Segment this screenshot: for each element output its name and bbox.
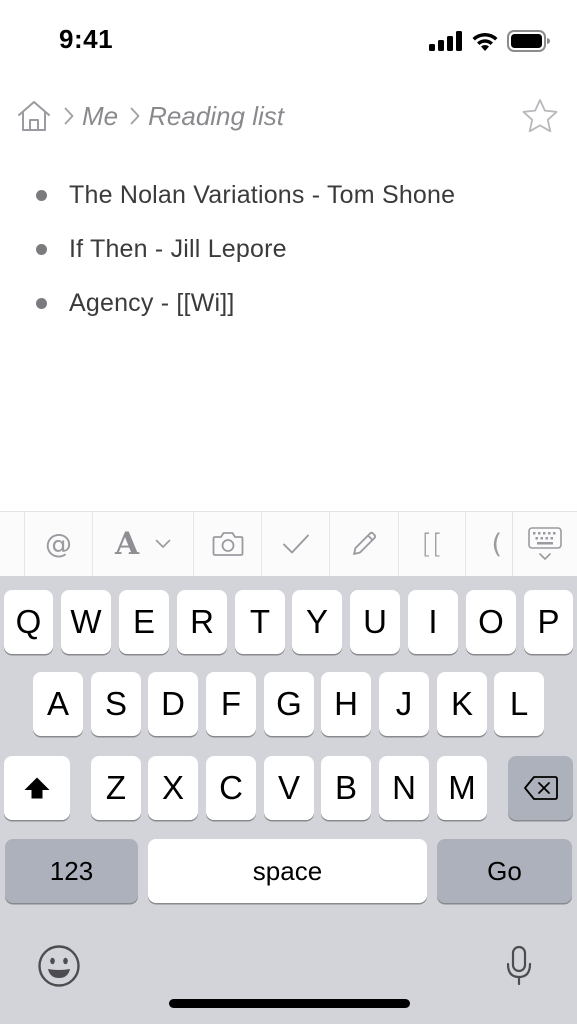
link-brackets-text: [[ (421, 528, 443, 560)
status-bar: 9:41 (0, 0, 577, 80)
key-o[interactable]: O (466, 590, 516, 654)
text-format-button[interactable]: A (93, 512, 194, 576)
key-b[interactable]: B (321, 756, 371, 820)
camera-button[interactable] (194, 512, 262, 576)
dictation-button[interactable] (499, 942, 539, 990)
key-r[interactable]: R (177, 590, 227, 654)
key-s[interactable]: S (91, 672, 141, 736)
emoji-button[interactable] (35, 942, 83, 990)
delete-icon (523, 775, 559, 801)
list-item[interactable]: If Then - Jill Lepore (36, 222, 556, 276)
key-m[interactable]: M (437, 756, 487, 820)
key-v[interactable]: V (264, 756, 314, 820)
key-d[interactable]: D (148, 672, 198, 736)
key-u[interactable]: U (350, 590, 400, 654)
key-n[interactable]: N (379, 756, 429, 820)
parenthesis-button[interactable]: ( (466, 512, 506, 576)
toolbar-spacer (0, 512, 25, 576)
draw-button[interactable] (330, 512, 399, 576)
chevron-right-icon (64, 107, 74, 125)
star-icon (521, 98, 559, 134)
key-j[interactable]: J (379, 672, 429, 736)
camera-icon (212, 531, 244, 557)
space-key[interactable]: space (148, 839, 427, 903)
list-item-text[interactable]: The Nolan Variations - Tom Shone (69, 181, 455, 210)
mention-button[interactable]: @ (25, 512, 93, 576)
key-z[interactable]: Z (91, 756, 141, 820)
key-y[interactable]: Y (292, 590, 342, 654)
emoji-icon (37, 944, 81, 988)
home-icon[interactable] (16, 99, 52, 133)
list-item-text[interactable]: If Then - Jill Lepore (69, 235, 287, 264)
key-e[interactable]: E (119, 590, 169, 654)
battery-icon (507, 30, 551, 57)
shift-key[interactable] (4, 756, 70, 820)
breadcrumb: Me Reading list (16, 96, 284, 136)
keyboard: Q W E R T Y U I O P A S D F G H J K L Z … (0, 576, 577, 1024)
key-x[interactable]: X (148, 756, 198, 820)
key-k[interactable]: K (437, 672, 487, 736)
numbers-key[interactable]: 123 (5, 839, 138, 903)
key-w[interactable]: W (61, 590, 111, 654)
keyboard-dismiss-button[interactable] (512, 512, 577, 576)
bullet-icon (36, 189, 47, 201)
keyboard-dismiss-icon (527, 526, 563, 562)
key-l[interactable]: L (494, 672, 544, 736)
chevron-down-icon (155, 539, 171, 549)
status-icons (429, 30, 551, 57)
key-i[interactable]: I (408, 590, 458, 654)
breadcrumb-item-me[interactable]: Me (82, 101, 118, 132)
parenthesis-text: ( (491, 528, 502, 560)
list-item-text[interactable]: Agency - [[Wi]] (69, 289, 235, 318)
bullet-list: The Nolan Variations - Tom Shone If Then… (36, 168, 556, 330)
status-time: 9:41 (59, 24, 114, 54)
list-item[interactable]: The Nolan Variations - Tom Shone (36, 168, 556, 222)
go-key[interactable]: Go (437, 839, 572, 903)
editing-toolbar: @ A [[ ( (0, 511, 577, 576)
cellular-signal-icon (429, 31, 463, 56)
favorite-button[interactable] (520, 96, 560, 136)
key-a[interactable]: A (33, 672, 83, 736)
delete-key[interactable] (508, 756, 573, 820)
bullet-icon (36, 297, 47, 309)
at-icon: @ (45, 528, 72, 560)
key-c[interactable]: C (206, 756, 256, 820)
bullet-icon (36, 243, 47, 255)
key-t[interactable]: T (235, 590, 285, 654)
breadcrumb-item-reading-list[interactable]: Reading list (148, 101, 284, 132)
microphone-icon (505, 945, 533, 987)
link-button[interactable]: [[ (399, 512, 466, 576)
key-p[interactable]: P (524, 590, 573, 654)
text-format-icon: A (114, 526, 140, 562)
pencil-icon (350, 530, 378, 558)
key-q[interactable]: Q (4, 590, 53, 654)
key-f[interactable]: F (206, 672, 256, 736)
key-g[interactable]: G (264, 672, 314, 736)
home-indicator (169, 999, 410, 1008)
chevron-right-icon (130, 107, 140, 125)
checkbox-button[interactable] (262, 512, 330, 576)
shift-icon (23, 776, 51, 800)
wifi-icon (471, 31, 499, 56)
key-h[interactable]: H (321, 672, 371, 736)
list-item[interactable]: Agency - [[Wi]] (36, 276, 556, 330)
checkmark-icon (282, 533, 310, 555)
